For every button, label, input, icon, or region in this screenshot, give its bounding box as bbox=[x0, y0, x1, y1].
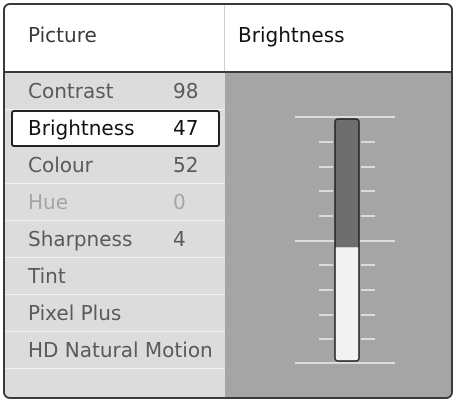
brightness-adjust-panel bbox=[225, 73, 451, 397]
menu-item-contrast[interactable]: Contrast 98 bbox=[5, 73, 225, 110]
menu-item-value: 98 bbox=[173, 79, 199, 103]
menu-item-colour[interactable]: Colour 52 bbox=[5, 147, 225, 184]
menu-item-hue: Hue 0 bbox=[5, 184, 225, 221]
menu-item-value: 52 bbox=[173, 153, 199, 177]
menu-item-value: 47 bbox=[173, 116, 199, 140]
slider-level-fill bbox=[335, 247, 359, 361]
selected-setting-title: Brightness bbox=[238, 23, 345, 47]
menu-title: Picture bbox=[28, 23, 97, 47]
menu-item-pixel-plus[interactable]: Pixel Plus bbox=[5, 295, 225, 332]
menu-item-hd-natural-motion[interactable]: HD Natural Motion bbox=[5, 332, 225, 369]
menu-item-label: Contrast bbox=[28, 79, 114, 103]
menu-header: Picture Brightness bbox=[5, 5, 451, 73]
picture-menu-list: Contrast 98 Brightness 47 Colour 52 Hue … bbox=[5, 73, 225, 397]
brightness-slider-graphic bbox=[295, 116, 395, 364]
tv-menu-window: Picture Brightness Contrast 98 Brightnes… bbox=[3, 3, 453, 399]
menu-item-label: Hue bbox=[28, 190, 69, 214]
menu-item-sharpness[interactable]: Sharpness 4 bbox=[5, 221, 225, 258]
menu-item-label: Pixel Plus bbox=[28, 301, 122, 325]
menu-item-brightness[interactable]: Brightness 47 bbox=[11, 110, 220, 147]
menu-item-value: 4 bbox=[173, 227, 186, 251]
menu-item-label: Tint bbox=[28, 264, 66, 288]
menu-item-label: Colour bbox=[28, 153, 93, 177]
menu-item-tint[interactable]: Tint bbox=[5, 258, 225, 295]
menu-item-label: HD Natural Motion bbox=[28, 338, 213, 362]
menu-item-value: 0 bbox=[173, 190, 186, 214]
menu-item-label: Sharpness bbox=[28, 227, 133, 251]
header-left-cell: Picture bbox=[5, 5, 225, 71]
menu-item-label: Brightness bbox=[28, 116, 135, 140]
